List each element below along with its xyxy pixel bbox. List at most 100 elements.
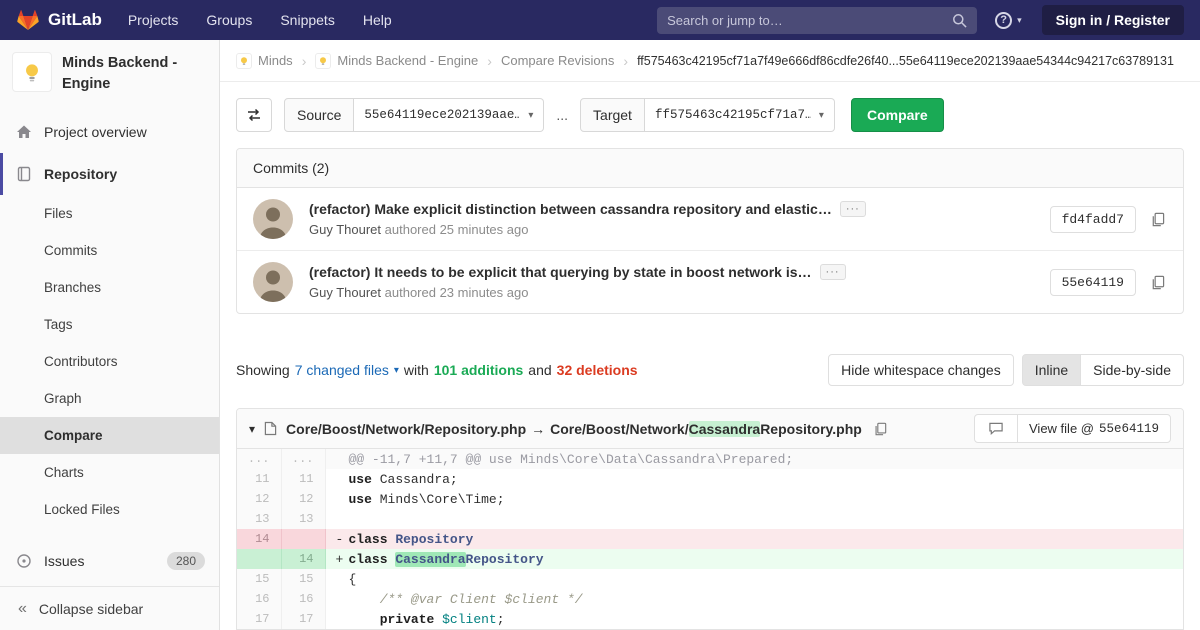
inline-view-button[interactable]: Inline — [1021, 354, 1082, 386]
new-line-number[interactable] — [281, 529, 326, 549]
source-revision-dropdown[interactable]: 55e64119ece202139aae… ▾ — [354, 98, 545, 132]
breadcrumb-compare-revisions[interactable]: Compare Revisions — [501, 53, 614, 68]
new-line-number[interactable]: 17 — [281, 609, 326, 629]
old-line-number[interactable]: 11 — [237, 469, 282, 489]
diff-context-row: 16 16 /** @var Client $client */ — [237, 589, 1183, 609]
collapse-diff-caret-icon[interactable]: ▾ — [249, 422, 255, 436]
commits-panel-header: Commits (2) — [237, 149, 1183, 188]
sidebar-item-label: Project overview — [44, 124, 147, 141]
nav-link-help[interactable]: Help — [363, 12, 392, 28]
sidebar-item-compare[interactable]: Compare — [0, 417, 219, 455]
old-line-number[interactable]: 14 — [237, 529, 282, 549]
with-label: with — [403, 362, 429, 378]
chevron-down-icon: ▾ — [818, 109, 824, 121]
compare-form: Source 55e64119ece202139aae… ▾ ... Targe… — [220, 82, 1200, 148]
sidebar-item-graph[interactable]: Graph — [0, 380, 219, 417]
nav-link-projects[interactable]: Projects — [128, 12, 179, 28]
target-label: Target — [580, 98, 645, 132]
collapse-sidebar-label: Collapse sidebar — [38, 600, 144, 617]
sidebar-item-locked-files[interactable]: Locked Files — [0, 491, 219, 528]
commit-sha-link[interactable]: 55e64119 — [1049, 268, 1136, 296]
commit-author-link[interactable]: Guy Thouret — [309, 285, 381, 300]
deletions-count: 32 deletions — [556, 362, 638, 378]
diff-file-panel: ▾ Core/Boost/Network/Repository.php → Core… — [236, 408, 1184, 630]
copy-sha-button[interactable] — [1148, 273, 1167, 292]
breadcrumb-project-label: Minds Backend - Engine — [337, 53, 479, 68]
hide-whitespace-button[interactable]: Hide whitespace changes — [828, 354, 1014, 386]
expand-commit-message-button[interactable]: ··· — [839, 201, 866, 217]
collapse-sidebar-button[interactable]: « Collapse sidebar — [0, 586, 219, 630]
sidebar-item-branches[interactable]: Branches — [0, 269, 219, 306]
old-line-number[interactable]: 16 — [237, 589, 282, 609]
compare-button[interactable]: Compare — [850, 98, 944, 132]
new-line-number[interactable]: 13 — [281, 509, 326, 529]
swap-revisions-button[interactable] — [236, 98, 272, 132]
nav-link-snippets[interactable]: Snippets — [280, 12, 334, 28]
old-line-number[interactable]: 15 — [237, 569, 282, 589]
project-title[interactable]: Minds Backend - Engine — [62, 52, 207, 95]
added-sign: + — [335, 551, 344, 567]
sidebar-item-label: Issues — [44, 553, 85, 570]
commit-sha-link[interactable]: fd4fadd7 — [1049, 205, 1136, 233]
diff-added-row: 14 + class CassandraRepository — [237, 549, 1183, 569]
toggle-comments-button[interactable] — [974, 414, 1018, 443]
view-file-button[interactable]: View file @ 55e64119 — [1017, 414, 1171, 443]
sidebar-item-project-overview[interactable]: Project overview — [0, 111, 219, 153]
breadcrumb-separator-icon: › — [301, 52, 307, 69]
issues-count-badge: 280 — [166, 552, 205, 571]
project-avatar[interactable] — [12, 52, 52, 92]
side-by-side-view-button[interactable]: Side-by-side — [1080, 354, 1184, 386]
commit-title-link[interactable]: (refactor) It needs to be explicit that … — [309, 264, 812, 280]
gitlab-home-link[interactable]: GitLab — [16, 8, 102, 32]
old-line-number[interactable]: 13 — [237, 509, 282, 529]
changed-files-dropdown[interactable]: 7 changed files — [295, 362, 389, 378]
sidebar-item-tags[interactable]: Tags — [0, 306, 219, 343]
sign-in-register-button[interactable]: Sign in / Register — [1041, 5, 1184, 35]
old-line-number[interactable]: 12 — [237, 489, 282, 509]
commit-author-avatar[interactable] — [253, 262, 293, 302]
sidebar-item-files[interactable]: Files — [0, 195, 219, 232]
old-line-number[interactable] — [237, 549, 282, 569]
new-line-number[interactable]: 12 — [281, 489, 326, 509]
diff-context-row: 15 15 { — [237, 569, 1183, 589]
new-line-number[interactable]: 15 — [281, 569, 326, 589]
commit-actions: 55e64119 — [1034, 268, 1167, 296]
sidebar-item-repository[interactable]: Repository — [0, 153, 219, 195]
new-line-number[interactable]: 11 — [281, 469, 326, 489]
diff-mode-toggle: Inline Side-by-side — [1021, 354, 1184, 386]
expand-commit-message-button[interactable]: ··· — [819, 264, 846, 280]
commit-author-link[interactable]: Guy Thouret — [309, 222, 381, 237]
sidebar-item-charts[interactable]: Charts — [0, 454, 219, 491]
diff-context-row: 13 13 — [237, 509, 1183, 529]
new-line-number[interactable]: 14 — [281, 549, 326, 569]
code-line: use Minds\Core\Time; — [348, 491, 505, 507]
breadcrumb-separator-icon: › — [487, 52, 492, 69]
commits-panel: Commits (2) (refactor) Make explicit dis… — [236, 148, 1184, 314]
sidebar-item-commits[interactable]: Commits — [0, 232, 219, 269]
copy-file-path-button[interactable] — [871, 420, 889, 438]
search-input[interactable] — [667, 12, 953, 28]
diff-table: ... ... @@ -11,7 +11,7 @@ use Minds\Core… — [237, 449, 1183, 629]
commit-title-link[interactable]: (refactor) Make explicit distinction bet… — [309, 201, 832, 217]
old-line-number[interactable]: 17 — [237, 609, 282, 629]
view-file-sha: 55e64119 — [1098, 421, 1159, 436]
home-icon — [16, 124, 32, 140]
commit-row: (refactor) It needs to be explicit that … — [237, 250, 1183, 313]
target-revision-dropdown[interactable]: ff575463c42195cf71a7… ▾ — [644, 98, 835, 132]
help-menu[interactable]: ? ▾ — [995, 11, 1022, 29]
sidebar: Minds Backend - Engine Project overview … — [0, 40, 220, 630]
nav-link-groups[interactable]: Groups — [206, 12, 252, 28]
copy-sha-button[interactable] — [1148, 210, 1167, 229]
new-line-number[interactable]: 16 — [281, 589, 326, 609]
sub-item-label: Compare — [44, 428, 103, 444]
sub-item-label: Graph — [44, 391, 82, 407]
breadcrumb-project[interactable]: Minds Backend - Engine — [315, 52, 479, 69]
changes-summary-text: Showing 7 changed files ▾ with 101 addit… — [236, 362, 638, 378]
file-path-link[interactable]: Core/Boost/Network/Repository.php → Core/B… — [286, 420, 862, 437]
sidebar-item-contributors[interactable]: Contributors — [0, 343, 219, 380]
breadcrumb-group[interactable]: Minds — [236, 52, 293, 69]
diff-view-controls: Hide whitespace changes Inline Side-by-s… — [828, 354, 1184, 386]
commit-author-avatar[interactable] — [253, 199, 293, 239]
new-file-path-suffix: Repository.php — [760, 420, 862, 437]
sidebar-item-issues[interactable]: Issues 280 — [0, 540, 219, 582]
